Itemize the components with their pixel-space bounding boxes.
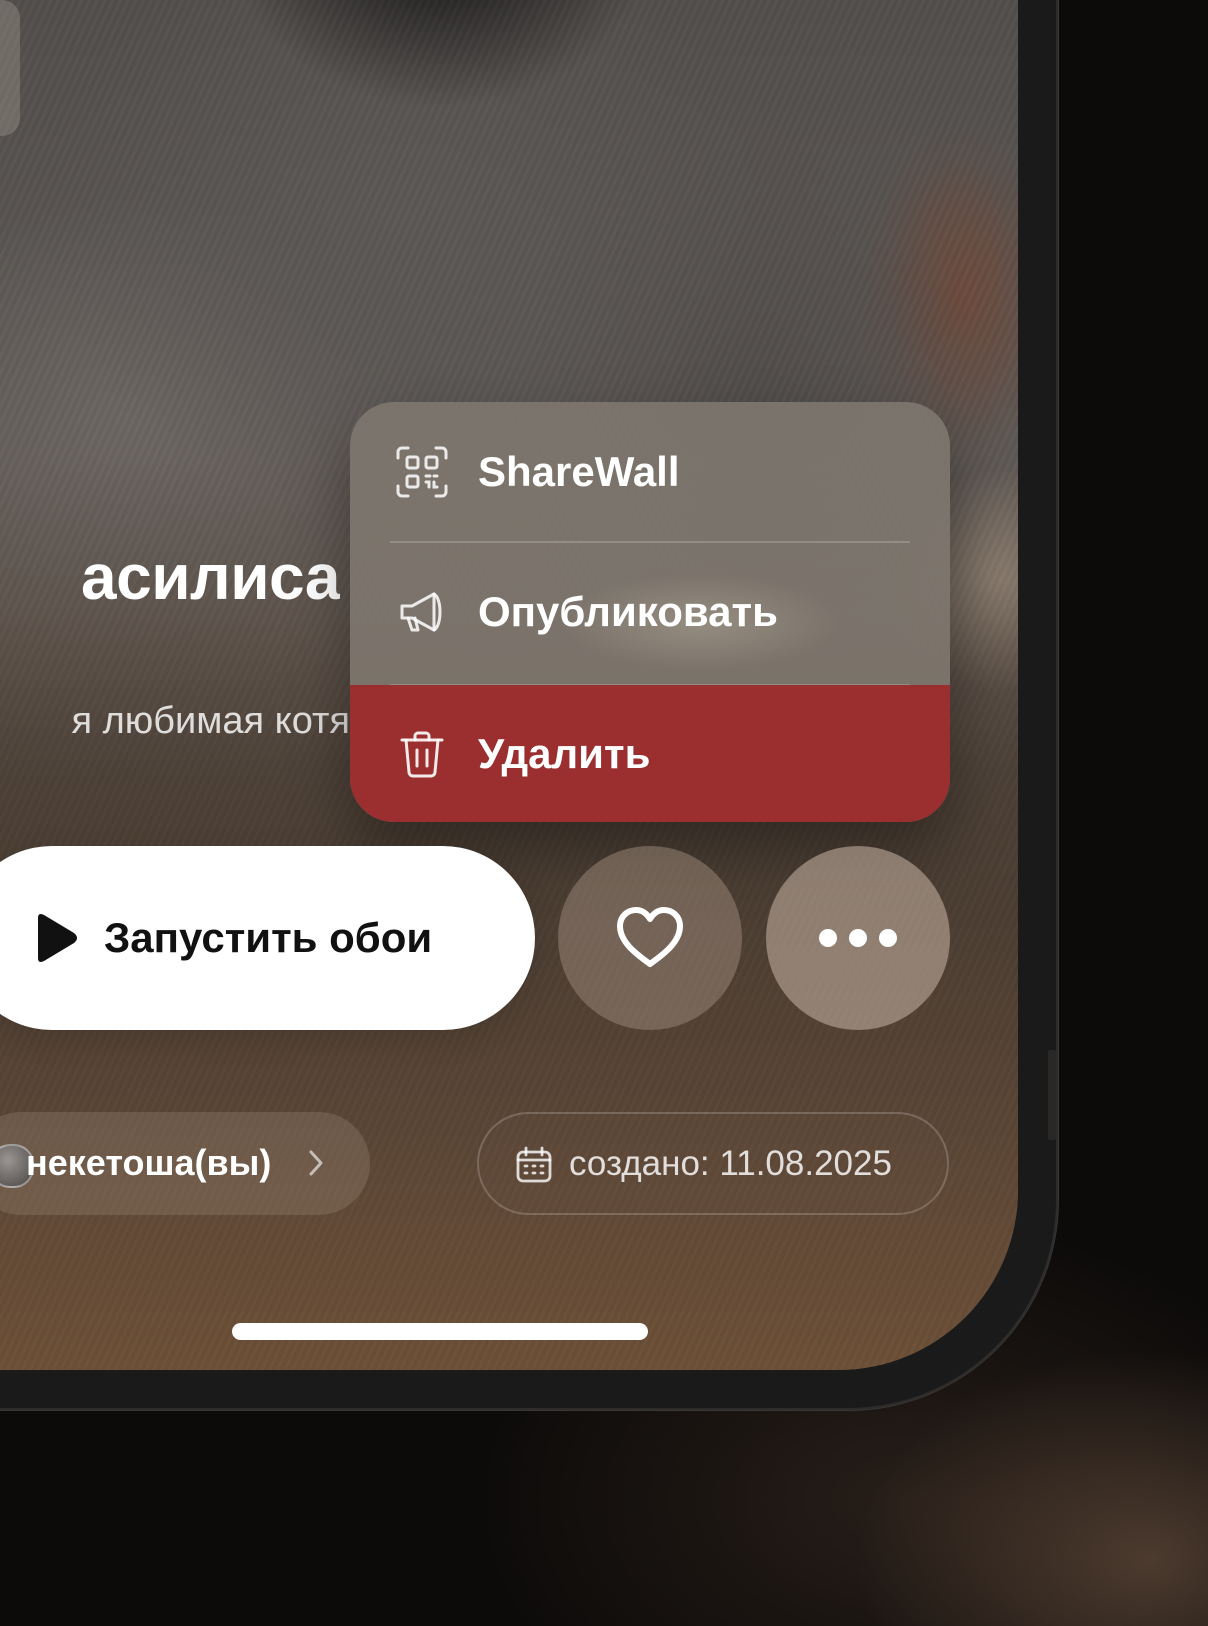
phone-side-button <box>1048 1050 1056 1140</box>
start-wallpaper-button[interactable]: Запустить обои <box>0 846 535 1030</box>
qr-code-icon <box>396 446 448 498</box>
menu-item-label: Опубликовать <box>478 588 778 635</box>
menu-item-label: Удалить <box>478 729 651 777</box>
author-name: некетоша(вы) <box>26 1142 272 1183</box>
trash-icon <box>400 731 444 777</box>
wallpaper-description: я любимая котя <box>71 700 350 742</box>
chevron-right-icon <box>309 1150 323 1176</box>
phone-screen: асилиса я любимая котя ShareWall Опублик… <box>0 0 1018 1370</box>
top-control-edge[interactable] <box>0 0 20 136</box>
menu-item-delete[interactable]: Удалить <box>350 685 950 822</box>
context-menu: ShareWall Опубликовать Удалить <box>350 402 950 822</box>
more-dots-icon <box>819 929 897 947</box>
megaphone-icon <box>400 592 442 632</box>
start-wallpaper-label: Запустить обои <box>104 914 433 961</box>
heart-icon <box>617 907 683 967</box>
menu-item-label: ShareWall <box>478 448 680 495</box>
created-date-text: создано: 11.08.2025 <box>569 1144 892 1183</box>
calendar-icon <box>516 1146 552 1183</box>
app-screenshot: асилиса я любимая котя ShareWall Опублик… <box>0 0 1208 1626</box>
menu-item-sharewall[interactable]: ShareWall <box>350 402 950 542</box>
like-button[interactable] <box>558 846 742 1030</box>
play-icon <box>38 914 77 962</box>
created-date-chip: создано: 11.08.2025 <box>477 1112 949 1215</box>
home-indicator[interactable] <box>232 1323 648 1340</box>
menu-item-publish[interactable]: Опубликовать <box>350 542 950 682</box>
author-chip[interactable]: некетоша(вы) <box>0 1112 370 1215</box>
wallpaper-title: асилиса <box>81 541 340 613</box>
more-options-button[interactable] <box>766 846 950 1030</box>
